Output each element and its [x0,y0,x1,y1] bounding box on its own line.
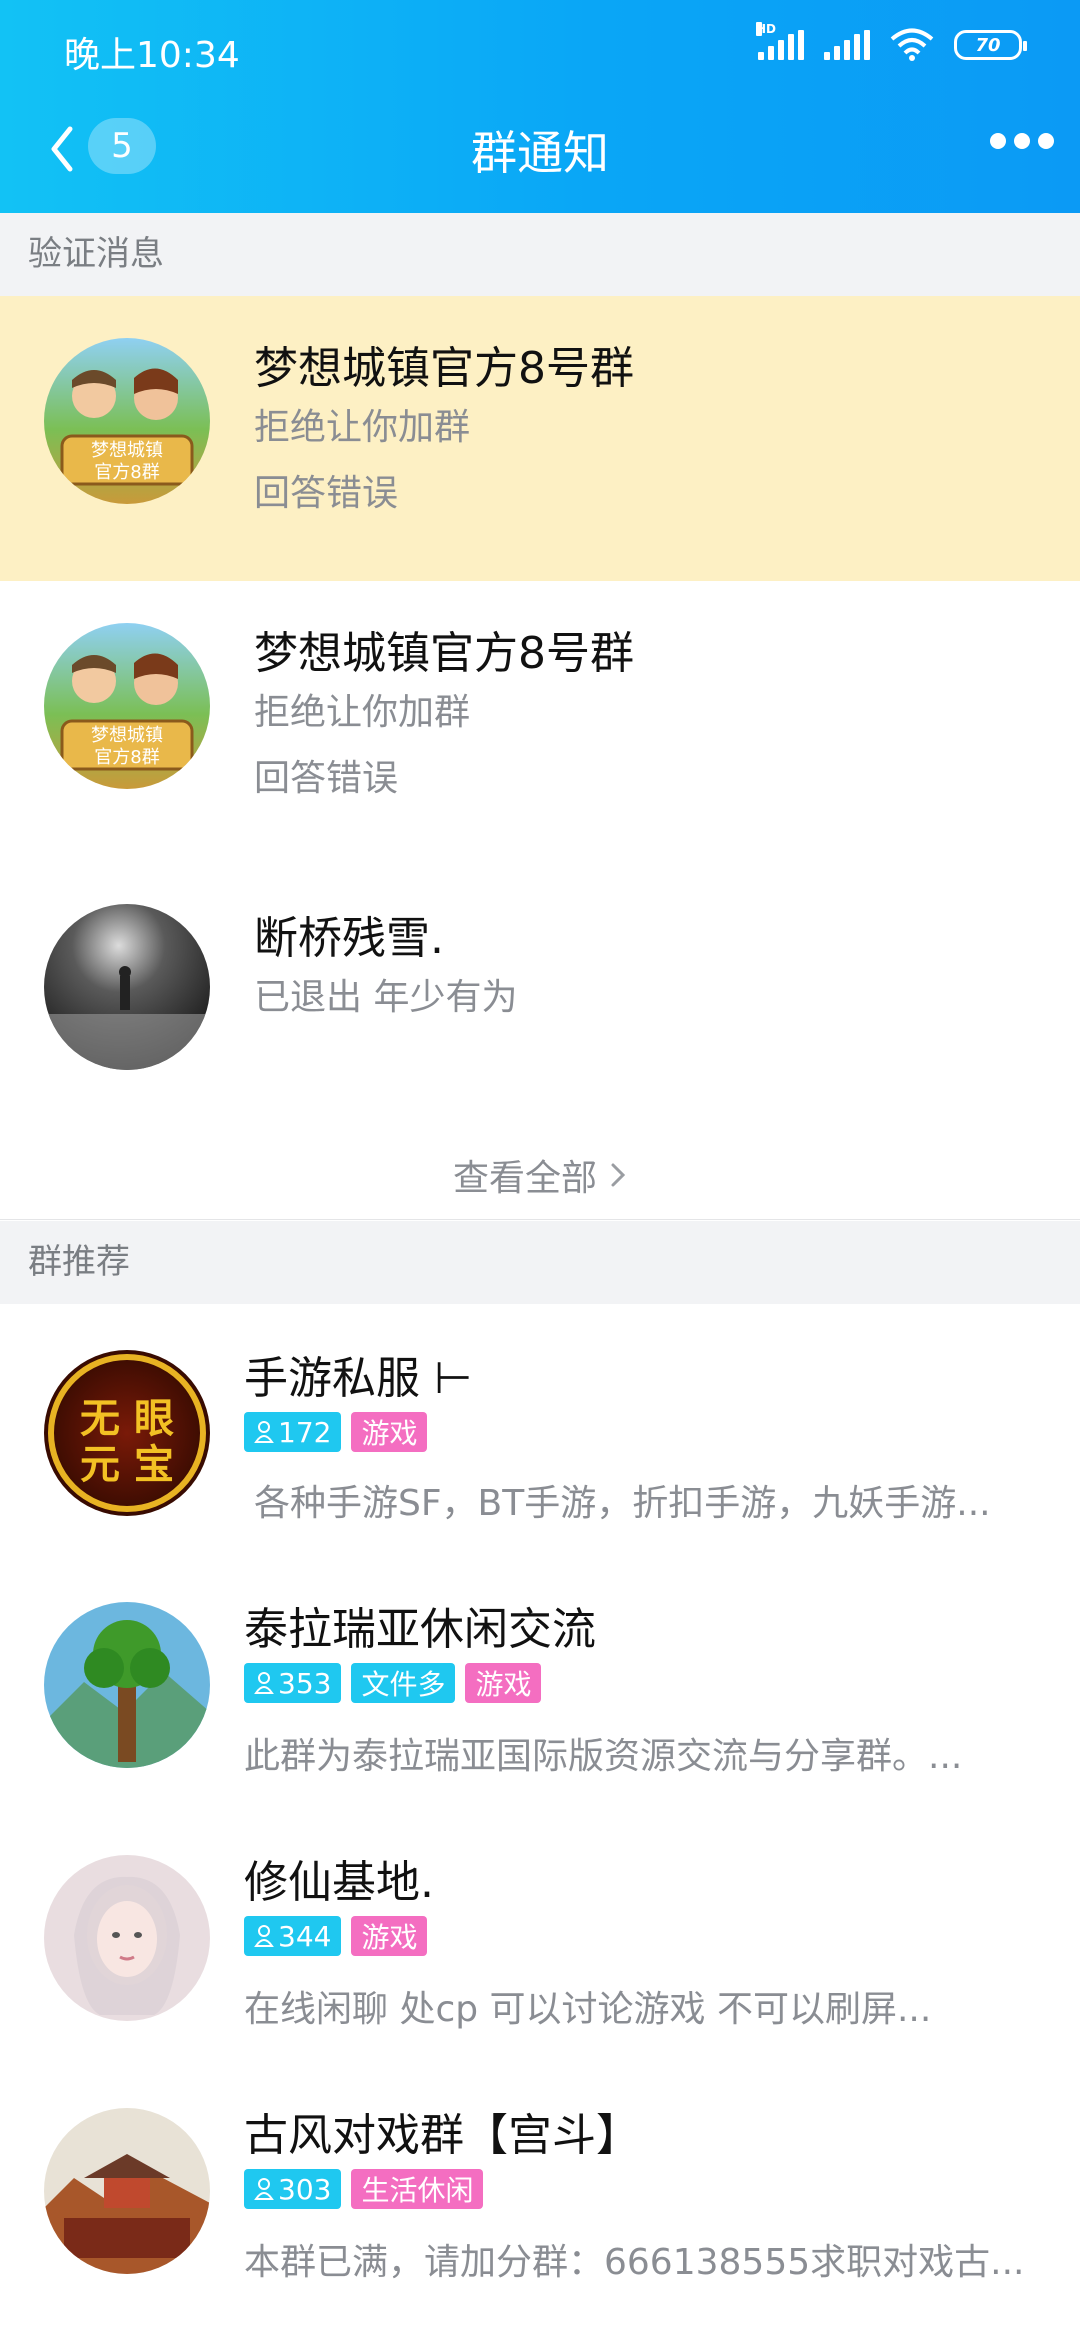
recommend-group-desc: 各种手游SF，BT手游，折扣手游，九妖手游... [254,1483,991,1524]
wifi-icon [890,28,934,61]
svg-text:元 宝: 元 宝 [80,1442,174,1488]
notice-item[interactable]: 梦想城镇 官方8群 梦想城镇官方8号群 拒绝让你加群 回答错误 [0,296,1080,581]
group-avatar: 无 眼 元 宝 [44,1350,210,1516]
notice-reason: 回答错误 [254,758,399,799]
member-count-tag: 172 [244,1412,342,1452]
notice-reason: 回答错误 [254,473,399,514]
battery-level: 70 [975,34,1001,56]
member-count-tag: 344 [244,1916,342,1956]
group-avatar: 梦想城镇 官方8群 [44,623,210,789]
notice-status: 拒绝让你加群 [254,692,471,733]
recommend-group-name: 修仙基地. [244,1857,434,1908]
tag-row: 303 生活休闲 [244,2169,484,2209]
svg-text:无 眼: 无 眼 [80,1396,174,1442]
category-tag: 生活休闲 [351,2169,484,2209]
person-icon [254,1925,274,1947]
svg-text:官方8群: 官方8群 [94,747,159,768]
signal-icon [824,30,870,60]
user-avatar [44,904,210,1070]
recommend-group-name: 古风对戏群【宫斗】 [244,2110,640,2161]
category-tag: 游戏 [351,1916,428,1956]
member-count-tag: 353 [244,1663,342,1703]
group-avatar [44,1602,210,1768]
notice-status: 拒绝让你加群 [254,407,471,448]
recommend-group-name: 手游私服 ⊢ [244,1353,473,1404]
section-recommend-header: 群推荐 [0,1221,1080,1304]
person-icon [254,1421,274,1443]
svg-text:梦想城镇: 梦想城镇 [91,725,163,746]
status-time: 晚上10:34 [64,35,240,76]
section-verify-header: 验证消息 [0,213,1080,296]
tag-row: 172 游戏 [244,1412,428,1452]
recommend-group-desc: 此群为泰拉瑞亚国际版资源交流与分享群。... [244,1736,963,1777]
nav-bar: 5 群通知 [0,95,1080,213]
header: 晚上10:34 HD 70 5 群通知 [0,0,1080,213]
group-avatar [44,1855,210,2021]
recommend-group-item[interactable]: 修仙基地. 344 游戏 在线闲聊 处cp 可以讨论游戏 不可以刷屏... [0,1810,1080,2063]
notice-group-name: 梦想城镇官方8号群 [254,343,634,394]
recommend-group-desc: 本群已满，请加分群：666138555求职对戏古... [244,2242,1025,2283]
tag-row: 353 文件多 游戏 [244,1663,542,1703]
recommend-group-name: 泰拉瑞亚休闲交流 [244,1604,596,1655]
svg-text:官方8群: 官方8群 [94,462,159,483]
category-tag: 文件多 [351,1663,456,1703]
member-count-tag: 303 [244,2169,342,2209]
notice-item[interactable]: 断桥残雪. 已退出 年少有为 [0,866,1080,1130]
view-all-link[interactable]: 查看全部 [0,1130,1080,1220]
category-tag: 游戏 [465,1663,542,1703]
svg-text:梦想城镇: 梦想城镇 [91,440,163,461]
tag-row: 344 游戏 [244,1916,428,1956]
recommend-group-desc: 在线闲聊 处cp 可以讨论游戏 不可以刷屏... [244,1989,932,2030]
signal-hd-icon: HD [756,22,804,60]
status-bar: 晚上10:34 HD 70 [0,0,1080,95]
category-tag: 游戏 [351,1412,428,1452]
person-icon [254,2178,274,2200]
hd-label: HD [756,22,777,36]
person-icon [254,1672,274,1694]
more-menu-icon[interactable] [990,133,1054,149]
page-title: 群通知 [471,126,609,180]
recommend-group-item[interactable]: 泰拉瑞亚休闲交流 353 文件多 游戏 此群为泰拉瑞亚国际版资源交流与分享群。.… [0,1557,1080,1810]
chevron-right-icon [611,1163,626,1186]
battery-icon: 70 [954,30,1027,60]
view-all-label: 查看全部 [452,1157,597,1199]
notice-item[interactable]: 梦想城镇 官方8群 梦想城镇官方8号群 拒绝让你加群 回答错误 [0,581,1080,866]
notice-status: 已退出 年少有为 [254,977,518,1018]
status-icons: HD 70 [756,22,1027,62]
notice-user-name: 断桥残雪. [254,913,444,964]
group-avatar: 梦想城镇 官方8群 [44,338,210,504]
group-avatar [44,2108,210,2274]
recommend-group-item[interactable]: 古风对戏群【宫斗】 303 生活休闲 本群已满，请加分群：666138555求职… [0,2063,1080,2340]
recommend-group-item[interactable]: 无 眼 元 宝 手游私服 ⊢ 172 游戏 各种手游SF，BT手游，折扣手游，九… [0,1304,1080,1557]
notice-group-name: 梦想城镇官方8号群 [254,628,634,679]
